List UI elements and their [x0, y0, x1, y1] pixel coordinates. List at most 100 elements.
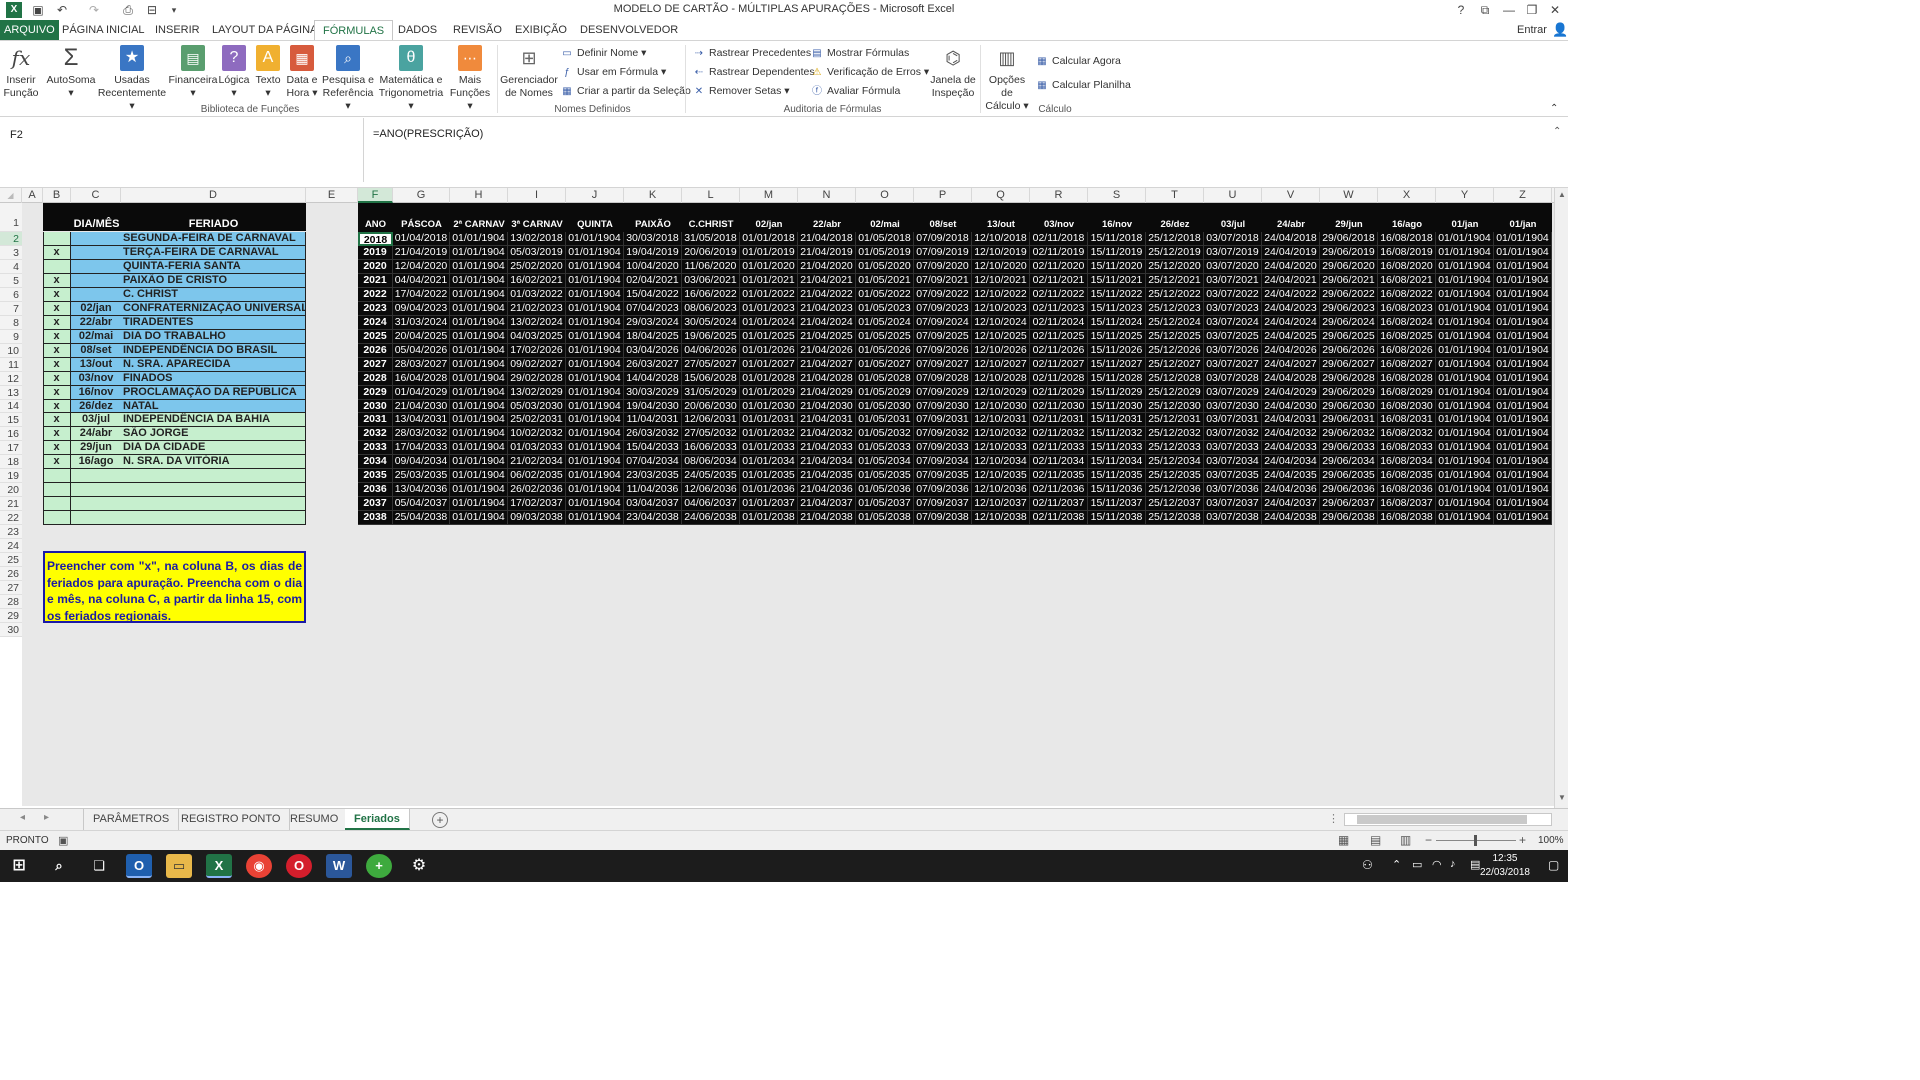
- date-cell[interactable]: 15/11/2038: [1088, 511, 1146, 525]
- holiday-include-cell[interactable]: x: [43, 358, 71, 372]
- date-cell[interactable]: 07/09/2037: [914, 497, 972, 511]
- date-cell[interactable]: 15/11/2020: [1088, 260, 1146, 274]
- date-cell[interactable]: 01/04/2029: [393, 386, 450, 400]
- date-cell[interactable]: 25/12/2020: [1146, 260, 1204, 274]
- date-cell[interactable]: 10/02/2032: [508, 427, 566, 441]
- formula-input[interactable]: =ANO(PRESCRIÇÃO): [363, 118, 1553, 182]
- date-cell[interactable]: 07/09/2034: [914, 455, 972, 469]
- date-cell[interactable]: 01/05/2037: [856, 497, 914, 511]
- date-cell[interactable]: 24/04/2031: [1262, 413, 1320, 427]
- normal-view-icon[interactable]: ▦: [1338, 833, 1349, 847]
- date-cell[interactable]: 02/11/2021: [1030, 274, 1088, 288]
- date-cell[interactable]: 03/07/2027: [1204, 358, 1262, 372]
- row-header-27[interactable]: 27: [0, 581, 22, 595]
- date-cell[interactable]: 01/01/1904: [1494, 497, 1552, 511]
- date-cell[interactable]: 02/11/2028: [1030, 372, 1088, 386]
- date-cell[interactable]: 03/07/2019: [1204, 246, 1262, 260]
- rastrear-precedentes-button[interactable]: ⇢ Rastrear Precedentes: [692, 45, 811, 61]
- date-cell[interactable]: 25/12/2032: [1146, 427, 1204, 441]
- date-cell[interactable]: 21/04/2023: [798, 302, 856, 316]
- date-cell[interactable]: 29/06/2032: [1320, 427, 1378, 441]
- date-cell[interactable]: 27/05/2032: [682, 427, 740, 441]
- date-cell[interactable]: 02/11/2037: [1030, 497, 1088, 511]
- date-cell[interactable]: 01/01/1904: [1494, 413, 1552, 427]
- date-cell[interactable]: 16/06/2022: [682, 288, 740, 302]
- date-cell[interactable]: 29/06/2036: [1320, 483, 1378, 497]
- date-cell[interactable]: 15/11/2025: [1088, 330, 1146, 344]
- date-cell[interactable]: 24/04/2020: [1262, 260, 1320, 274]
- remover-setas-button[interactable]: ✕ Remover Setas ▾: [692, 83, 790, 99]
- date-cell[interactable]: 26/02/2036: [508, 483, 566, 497]
- date-cell[interactable]: 29/06/2030: [1320, 400, 1378, 413]
- date-cell[interactable]: 25/12/2029: [1146, 386, 1204, 400]
- holiday-include-cell[interactable]: x: [43, 400, 71, 413]
- date-cell[interactable]: 29/06/2023: [1320, 302, 1378, 316]
- date-cell[interactable]: 01/01/1904: [566, 469, 624, 483]
- row-header-2[interactable]: 2: [0, 232, 22, 246]
- system-clock[interactable]: 12:35 22/03/2018: [1480, 852, 1530, 880]
- holiday-name-cell[interactable]: NATAL: [121, 400, 306, 413]
- row-header-25[interactable]: 25: [0, 553, 22, 567]
- date-cell[interactable]: 01/01/1904: [450, 288, 508, 302]
- date-cell[interactable]: 25/12/2038: [1146, 511, 1204, 525]
- date-cell[interactable]: 01/01/1904: [450, 358, 508, 372]
- date-cell[interactable]: 01/01/2022: [740, 288, 798, 302]
- date-cell[interactable]: 03/07/2021: [1204, 274, 1262, 288]
- split-handle-icon[interactable]: ⋮: [1328, 812, 1339, 825]
- date-cell[interactable]: 01/01/1904: [1436, 330, 1494, 344]
- date-cell[interactable]: 01/01/1904: [1494, 246, 1552, 260]
- date-cell[interactable]: 01/05/2034: [856, 455, 914, 469]
- date-cell[interactable]: 21/04/2036: [798, 483, 856, 497]
- zoom-slider[interactable]: [1436, 835, 1516, 846]
- date-cell[interactable]: 03/07/2025: [1204, 330, 1262, 344]
- date-cell[interactable]: 29/02/2028: [508, 372, 566, 386]
- date-cell[interactable]: 15/04/2033: [624, 441, 682, 455]
- date-cell[interactable]: 01/01/1904: [566, 441, 624, 455]
- date-cell[interactable]: 15/11/2019: [1088, 246, 1146, 260]
- holiday-name-cell[interactable]: INDEPENDÊNCIA DA BAHIA: [121, 413, 306, 427]
- holiday-include-cell[interactable]: [43, 260, 71, 274]
- date-column-header[interactable]: 03/nov: [1030, 218, 1088, 232]
- date-cell[interactable]: 12/10/2020: [972, 260, 1030, 274]
- date-cell[interactable]: 03/07/2029: [1204, 386, 1262, 400]
- column-header-d[interactable]: D: [121, 188, 306, 203]
- date-cell[interactable]: 01/01/1904: [1436, 274, 1494, 288]
- excel-taskbar-icon[interactable]: X: [206, 854, 232, 878]
- gerenciador-nomes-button[interactable]: ⊞ Gerenciador de Nomes: [500, 45, 558, 100]
- year-cell[interactable]: 2023: [358, 302, 393, 316]
- row-header-24[interactable]: 24: [0, 539, 22, 553]
- date-column-header[interactable]: 16/nov: [1088, 218, 1146, 232]
- row-header-26[interactable]: 26: [0, 567, 22, 581]
- date-cell[interactable]: 28/03/2032: [393, 427, 450, 441]
- column-header-n[interactable]: N: [798, 188, 856, 203]
- date-cell[interactable]: 01/01/1904: [1494, 386, 1552, 400]
- add-sheet-icon[interactable]: +: [432, 812, 448, 828]
- horizontal-scroll-thumb[interactable]: [1357, 815, 1527, 824]
- column-header-m[interactable]: M: [740, 188, 798, 203]
- sheet-tab-registro-ponto[interactable]: REGISTRO PONTO: [172, 809, 291, 830]
- date-cell[interactable]: 01/05/2028: [856, 372, 914, 386]
- date-cell[interactable]: 26/03/2032: [624, 427, 682, 441]
- usadas-recentemente-button[interactable]: ★ Usadas Recentemente ▾: [96, 45, 168, 113]
- date-cell[interactable]: 02/11/2023: [1030, 302, 1088, 316]
- date-cell[interactable]: 20/06/2019: [682, 246, 740, 260]
- date-cell[interactable]: 12/10/2038: [972, 511, 1030, 525]
- date-cell[interactable]: 25/12/2025: [1146, 330, 1204, 344]
- date-cell[interactable]: 23/04/2038: [624, 511, 682, 525]
- column-header-l[interactable]: L: [682, 188, 740, 203]
- date-cell[interactable]: 01/01/1904: [1494, 232, 1552, 246]
- page-break-view-icon[interactable]: ▥: [1400, 833, 1411, 847]
- date-cell[interactable]: 01/01/2031: [740, 413, 798, 427]
- row-header-1[interactable]: 1: [0, 203, 22, 232]
- row-header-9[interactable]: 9: [0, 330, 22, 344]
- holiday-name-cell[interactable]: QUINTA-FERIA SANTA: [121, 260, 306, 274]
- date-cell[interactable]: 01/01/2034: [740, 455, 798, 469]
- date-cell[interactable]: 01/05/2019: [856, 246, 914, 260]
- column-header-t[interactable]: T: [1146, 188, 1204, 203]
- holiday-include-cell[interactable]: x: [43, 246, 71, 260]
- date-cell[interactable]: 01/01/1904: [566, 288, 624, 302]
- date-cell[interactable]: 12/10/2019: [972, 246, 1030, 260]
- date-cell[interactable]: 16/08/2033: [1378, 441, 1436, 455]
- holiday-date-cell[interactable]: [71, 511, 122, 525]
- date-cell[interactable]: 10/04/2020: [624, 260, 682, 274]
